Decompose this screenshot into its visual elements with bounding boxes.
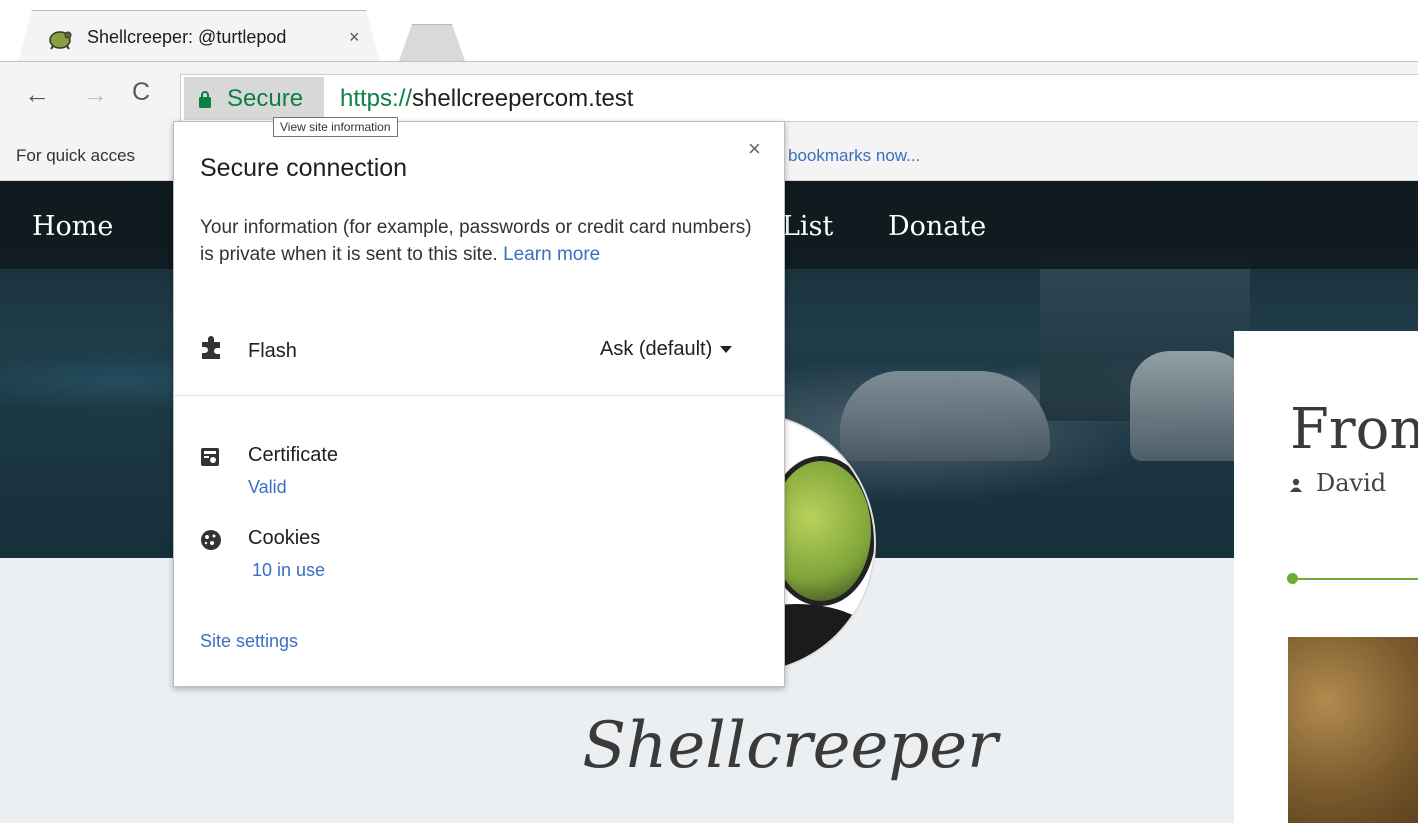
post-title[interactable]: Fron <box>1290 397 1418 462</box>
nav-list[interactable]: List <box>782 211 833 242</box>
post-card: Fron David <box>1234 331 1418 823</box>
bubble-divider <box>174 395 784 396</box>
flash-permission-value: Ask (default) <box>600 338 713 360</box>
post-thumbnail[interactable] <box>1288 637 1418 823</box>
post-divider-dot <box>1287 573 1298 584</box>
url-text[interactable]: https://shellcreepercom.test <box>340 85 633 113</box>
page-info-bubble: Secure connection × Your information (fo… <box>173 121 785 687</box>
certificate-valid-link[interactable]: Valid <box>248 477 287 498</box>
person-icon <box>1290 478 1302 492</box>
back-button[interactable]: ← <box>24 79 50 110</box>
site-info-tooltip: View site information <box>273 117 398 137</box>
secure-label[interactable]: Secure <box>227 85 303 113</box>
certificate-label: Certificate <box>248 444 339 466</box>
reload-button[interactable]: C <box>132 78 150 107</box>
certificate-icon <box>201 448 219 466</box>
lock-icon <box>199 91 211 108</box>
url-scheme: https:// <box>340 85 413 112</box>
hero-car-shape <box>840 371 1050 461</box>
flash-permission-label: Flash <box>248 340 297 362</box>
site-settings-link[interactable]: Site settings <box>200 631 298 652</box>
connection-description-text: Your information (for example, passwords… <box>200 217 752 265</box>
nav-donate[interactable]: Donate <box>888 211 986 242</box>
flash-permission-select[interactable]: Ask (default) <box>600 338 733 361</box>
puzzle-piece-icon <box>202 336 220 359</box>
turtle-favicon-icon <box>49 31 72 50</box>
tab-close-icon[interactable]: × <box>349 27 360 48</box>
bubble-title: Secure connection <box>200 154 408 182</box>
cookies-in-use-link[interactable]: 10 in use <box>252 560 325 581</box>
post-divider <box>1292 578 1418 580</box>
close-icon[interactable]: × <box>748 136 761 162</box>
post-author-name: David <box>1316 469 1387 497</box>
url-host: shellcreepercom.test <box>412 85 634 112</box>
forward-button[interactable]: → <box>82 79 108 110</box>
chevron-down-icon <box>720 346 733 354</box>
learn-more-link[interactable]: Learn more <box>503 244 600 265</box>
tab-title[interactable]: Shellcreeper: @turtlepod <box>87 27 337 48</box>
cookies-label: Cookies <box>248 527 321 549</box>
cookie-icon <box>201 530 221 550</box>
hero-car-shape <box>1130 351 1250 461</box>
connection-description: Your information (for example, passwords… <box>200 214 760 268</box>
nav-home[interactable]: Home <box>32 211 113 242</box>
bookmarks-prompt: For quick acces <box>16 146 136 165</box>
site-brand-title[interactable]: Shellcreeper <box>520 709 1060 783</box>
post-author[interactable]: David <box>1290 469 1386 497</box>
import-bookmarks-link[interactable]: bookmarks now... <box>788 146 920 166</box>
